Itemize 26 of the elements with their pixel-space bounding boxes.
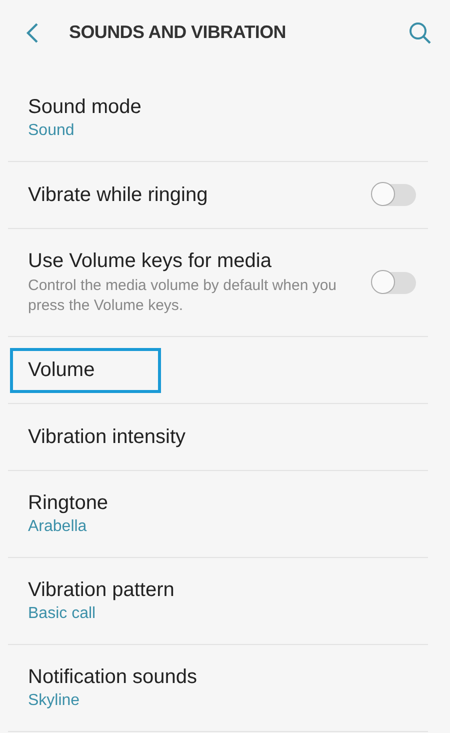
item-title: Volume — [28, 358, 96, 382]
item-title: Use Volume keys for media — [28, 250, 272, 273]
item-title: Sound mode — [28, 96, 142, 119]
item-title: Vibration pattern — [28, 579, 176, 602]
item-value: Basic call — [28, 605, 97, 623]
search-icon[interactable] — [408, 20, 432, 44]
item-title: Ringtone — [28, 492, 110, 515]
item-title: Vibrate while ringing — [28, 184, 209, 206]
screen-title: SOUNDS AND VIBRATION — [69, 22, 288, 43]
item-title: Vibration intensity — [28, 426, 186, 448]
settings-item[interactable]: Notification sounds Skyline — [8, 645, 428, 732]
item-title: Notification sounds — [28, 666, 198, 689]
item-value: Skyline — [28, 692, 81, 710]
toggle-switch[interactable] — [372, 272, 416, 294]
settings-item[interactable]: Volume — [8, 337, 428, 404]
back-icon[interactable] — [25, 22, 39, 44]
item-value: Sound — [28, 122, 76, 140]
item-value: Arabella — [28, 518, 88, 536]
settings-item[interactable]: Vibration pattern Basic call — [8, 558, 428, 645]
toggle-switch[interactable] — [372, 184, 416, 206]
settings-item[interactable]: Use Volume keys for media Control the media volume by default when you press the Volume keys. — [8, 229, 428, 337]
item-description: Control the media volume by default when you press the Volume keys. — [28, 276, 338, 315]
settings-item[interactable]: Vibration intensity — [8, 404, 428, 471]
settings-item[interactable]: Ringtone Arabella — [8, 471, 428, 558]
settings-item[interactable]: Sound mode Sound — [8, 75, 428, 162]
settings-item[interactable]: Vibrate while ringing — [8, 162, 428, 229]
